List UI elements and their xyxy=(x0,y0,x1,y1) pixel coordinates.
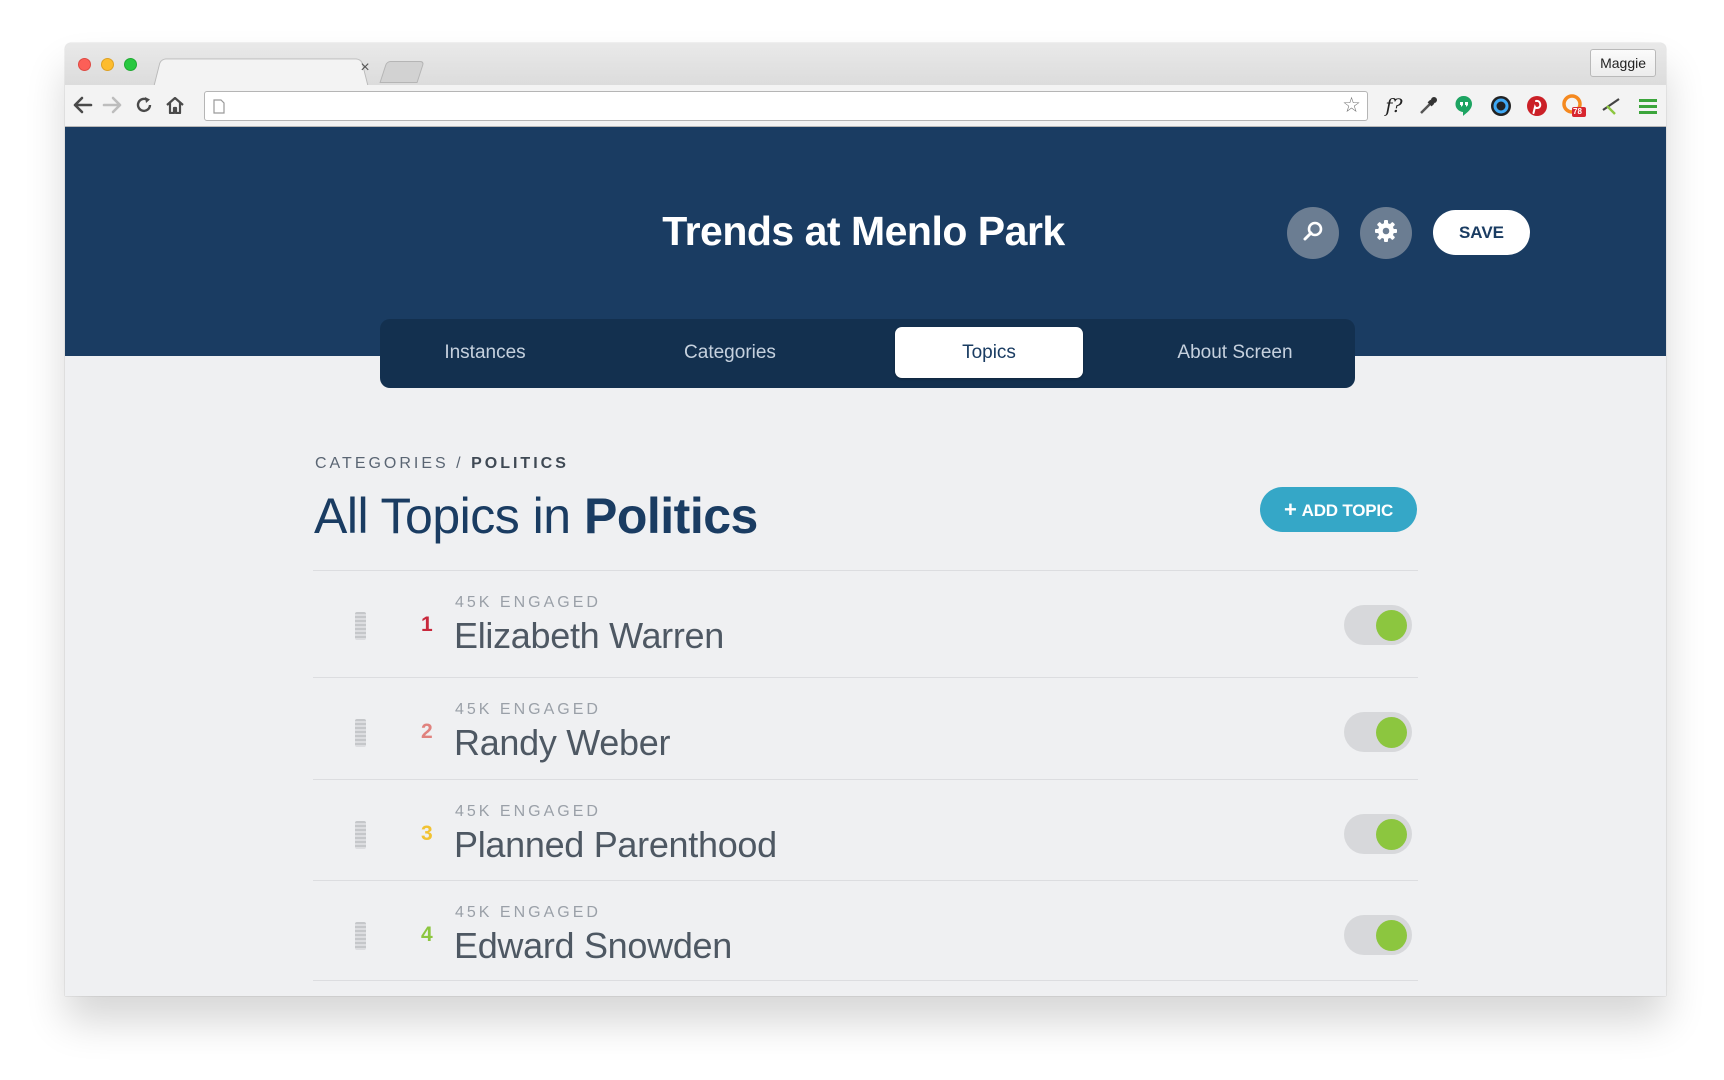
add-topic-label: ADD TOPIC xyxy=(1301,501,1394,520)
profile-button[interactable]: Maggie xyxy=(1590,49,1656,77)
pinterest-icon[interactable] xyxy=(1525,94,1549,118)
list-item: 2 45K ENGAGED Randy Weber xyxy=(313,678,1418,780)
color-wheel-icon[interactable] xyxy=(1489,94,1513,118)
tab-instances[interactable]: Instances xyxy=(410,327,560,378)
toggle-knob xyxy=(1376,920,1407,951)
toggle-knob xyxy=(1376,610,1407,641)
add-topic-button[interactable]: + ADD TOPIC xyxy=(1260,487,1417,532)
drag-handle-icon[interactable] xyxy=(355,821,366,849)
new-tab-button[interactable] xyxy=(379,61,425,83)
page-icon xyxy=(213,99,225,119)
topic-rank: 4 xyxy=(421,923,433,946)
topic-engaged: 45K ENGAGED xyxy=(455,803,601,820)
close-window-button[interactable] xyxy=(78,58,91,71)
bookmark-star-icon[interactable]: ☆ xyxy=(1342,95,1361,117)
drag-handle-icon[interactable] xyxy=(355,922,366,950)
browser-toolbar: ☆ f? 78 xyxy=(65,85,1666,127)
tab-about-screen[interactable]: About Screen xyxy=(1140,327,1330,378)
topic-toggle[interactable] xyxy=(1344,814,1412,854)
topic-engaged: 45K ENGAGED xyxy=(455,701,601,718)
page-title: All Topics in Politics xyxy=(314,487,758,545)
zoom-window-button[interactable] xyxy=(124,58,137,71)
home-icon[interactable] xyxy=(162,92,188,118)
tab-strip: × Maggie xyxy=(65,43,1666,88)
settings-button[interactable] xyxy=(1360,207,1412,259)
minimize-window-button[interactable] xyxy=(101,58,114,71)
tab-close-icon[interactable]: × xyxy=(357,60,373,76)
topic-name: Planned Parenthood xyxy=(454,824,777,865)
back-arrow-icon[interactable] xyxy=(70,92,96,118)
url-input[interactable] xyxy=(231,92,1331,120)
breadcrumb-separator: / xyxy=(456,455,464,472)
topic-rank: 2 xyxy=(421,720,433,743)
plus-icon: + xyxy=(1283,497,1297,522)
search-button[interactable] xyxy=(1287,207,1339,259)
breadcrumb-parent[interactable]: CATEGORIES xyxy=(315,455,449,472)
browser-tab[interactable] xyxy=(153,58,369,88)
topic-name: Edward Snowden xyxy=(454,925,732,966)
app-title: Trends at Menlo Park xyxy=(662,208,1065,254)
topic-toggle[interactable] xyxy=(1344,605,1412,645)
breadcrumb-current: POLITICS xyxy=(471,455,569,472)
topic-rank: 3 xyxy=(421,822,433,845)
topic-toggle[interactable] xyxy=(1344,712,1412,752)
tab-topics[interactable]: Topics xyxy=(895,327,1083,378)
hangouts-icon[interactable] xyxy=(1452,94,1476,118)
section-tabs: Instances Categories Topics About Screen xyxy=(380,319,1355,388)
topic-name: Elizabeth Warren xyxy=(454,615,724,656)
browser-window: × Maggie ☆ f? 78 Trends at Menlo Park SA… xyxy=(65,43,1666,996)
rss-badge-icon[interactable]: 78 xyxy=(1562,94,1586,118)
topic-list: 1 45K ENGAGED Elizabeth Warren 2 45K ENG… xyxy=(313,570,1418,981)
pen-tool-icon[interactable] xyxy=(1600,94,1624,118)
tab-categories[interactable]: Categories xyxy=(655,327,805,378)
topic-name: Randy Weber xyxy=(454,722,671,763)
save-button[interactable]: SAVE xyxy=(1433,210,1530,255)
address-bar[interactable]: ☆ xyxy=(204,91,1368,121)
font-finder-icon[interactable]: f? xyxy=(1382,94,1406,118)
reload-icon[interactable] xyxy=(131,92,157,118)
list-item: 4 45K ENGAGED Edward Snowden xyxy=(313,881,1418,981)
badge-count: 78 xyxy=(1573,107,1582,116)
breadcrumb: CATEGORIES / POLITICS xyxy=(315,455,569,473)
topic-engaged: 45K ENGAGED xyxy=(455,594,601,611)
page-title-prefix: All Topics in xyxy=(314,488,571,544)
drag-handle-icon[interactable] xyxy=(355,719,366,747)
list-item: 1 45K ENGAGED Elizabeth Warren xyxy=(313,571,1418,678)
gear-icon xyxy=(1374,219,1398,248)
topic-rank: 1 xyxy=(421,613,433,636)
eyedropper-icon[interactable] xyxy=(1416,94,1440,118)
toggle-knob xyxy=(1376,819,1407,850)
search-icon xyxy=(1302,220,1324,247)
page-title-category: Politics xyxy=(584,488,758,544)
drag-handle-icon[interactable] xyxy=(355,612,366,640)
topic-engaged: 45K ENGAGED xyxy=(455,904,601,921)
toggle-knob xyxy=(1376,717,1407,748)
forward-arrow-icon[interactable] xyxy=(99,92,125,118)
menu-icon[interactable] xyxy=(1636,94,1660,118)
topic-toggle[interactable] xyxy=(1344,915,1412,955)
list-item: 3 45K ENGAGED Planned Parenthood xyxy=(313,780,1418,881)
